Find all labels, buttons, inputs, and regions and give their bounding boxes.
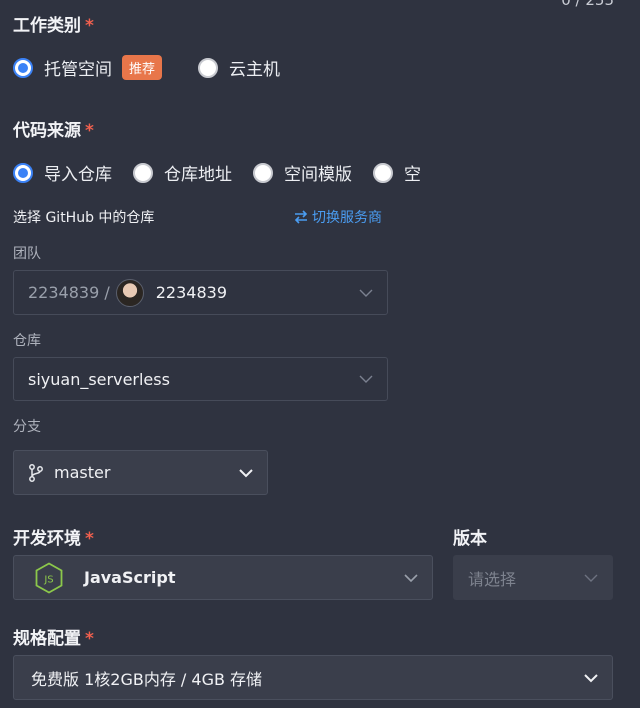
- work-type-title-text: 工作类别: [13, 16, 81, 36]
- radio-space-template-label: 空间模版: [284, 165, 352, 185]
- code-source-option-url[interactable]: 仓库地址: [133, 160, 232, 185]
- team-label: 团队: [13, 246, 41, 262]
- spec-title: 规格配置 *: [13, 624, 94, 649]
- code-source-option-import[interactable]: 导入仓库: [13, 160, 112, 185]
- code-source-title-text: 代码来源: [13, 121, 81, 141]
- chevron-down-icon: [359, 375, 373, 383]
- code-source-title: 代码来源 *: [13, 116, 94, 141]
- chevron-down-icon: [359, 289, 373, 297]
- radio-empty-label: 空: [404, 165, 421, 185]
- code-source-option-template[interactable]: 空间模版: [253, 160, 352, 185]
- chevron-down-icon: [404, 573, 418, 582]
- branch-select[interactable]: master: [13, 450, 268, 495]
- repo-hint: 选择 GitHub 中的仓库: [13, 210, 155, 226]
- required-mark: *: [85, 121, 94, 141]
- required-mark: *: [85, 629, 94, 649]
- chevron-down-icon: [239, 468, 253, 477]
- repo-select[interactable]: siyuan_serverless: [13, 357, 388, 401]
- radio-space-template[interactable]: [253, 162, 273, 183]
- repo-value: siyuan_serverless: [28, 369, 170, 389]
- spec-title-text: 规格配置: [13, 629, 81, 649]
- svg-text:JS: JS: [43, 574, 53, 585]
- recommended-badge: 推荐: [122, 55, 163, 80]
- switch-provider-link[interactable]: 切换服务商: [293, 207, 382, 227]
- version-placeholder: 请选择: [468, 569, 517, 589]
- work-type-option-cloud[interactable]: 云主机: [198, 55, 280, 80]
- dev-env-select[interactable]: JS JavaScript: [13, 555, 433, 600]
- switch-provider-text: 切换服务商: [312, 210, 382, 226]
- repo-label: 仓库: [13, 333, 41, 349]
- work-type-option-hosted[interactable]: 托管空间 推荐: [13, 55, 163, 80]
- radio-hosted[interactable]: [13, 57, 33, 78]
- radio-empty[interactable]: [373, 162, 393, 183]
- radio-import-repo[interactable]: [13, 162, 33, 183]
- dev-env-title-text: 开发环境: [13, 529, 81, 549]
- radio-cloud-host[interactable]: [198, 57, 218, 78]
- radio-import-repo-label: 导入仓库: [44, 165, 112, 185]
- dev-env-title: 开发环境 *: [13, 524, 94, 549]
- team-select[interactable]: 2234839 / 2234839: [13, 270, 388, 315]
- version-title: 版本: [453, 529, 487, 549]
- nodejs-icon: JS: [35, 561, 63, 594]
- branch-value: master: [54, 463, 111, 482]
- code-source-option-empty[interactable]: 空: [373, 160, 421, 185]
- work-type-title: 工作类别 *: [13, 11, 94, 36]
- chevron-down-icon: [584, 673, 598, 682]
- swap-icon: [294, 210, 308, 224]
- team-value: 2234839: [155, 283, 227, 302]
- dev-env-value: JavaScript: [84, 568, 176, 587]
- radio-repo-url[interactable]: [133, 162, 153, 183]
- required-mark: *: [85, 529, 94, 549]
- chevron-down-icon: [584, 574, 598, 582]
- radio-repo-url-label: 仓库地址: [164, 165, 232, 185]
- spec-value: 免费版 1核2GB内存 / 4GB 存储: [31, 669, 263, 689]
- char-counter: 0 / 255: [561, 0, 614, 9]
- version-select[interactable]: 请选择: [453, 555, 613, 600]
- required-mark: *: [85, 16, 94, 36]
- git-branch-icon: [29, 463, 43, 482]
- spec-select[interactable]: 免费版 1核2GB内存 / 4GB 存储: [13, 655, 613, 700]
- radio-hosted-label: 托管空间: [44, 60, 112, 80]
- team-prefix: 2234839 /: [28, 283, 110, 302]
- branch-label: 分支: [13, 419, 41, 435]
- radio-cloud-host-label: 云主机: [229, 60, 280, 80]
- avatar: [115, 278, 144, 307]
